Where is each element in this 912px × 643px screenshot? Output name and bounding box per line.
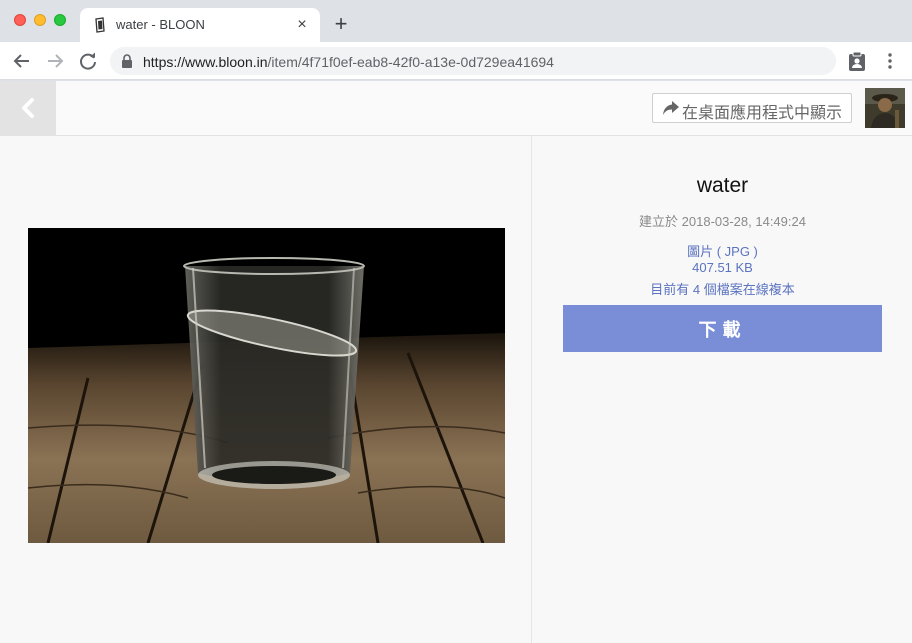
back-arrow-icon[interactable] <box>11 50 33 72</box>
address-bar[interactable]: https://www.bloon.in/item/4f71f0ef-eab8-… <box>110 47 836 75</box>
lock-icon <box>122 54 132 68</box>
url-path: /item/4f71f0ef-eab8-42f0-a13e-0d729ea416… <box>267 54 554 70</box>
tab-title: water - BLOON <box>116 17 205 32</box>
open-in-desktop-app-button[interactable]: 在桌面應用程式中顯示 <box>652 93 852 123</box>
created-timestamp: 建立於 2018-03-28, 14:49:24 <box>639 214 806 229</box>
download-button[interactable]: 下載 <box>563 305 882 352</box>
file-details-pane: water 建立於 2018-03-28, 14:49:24 圖片 ( JPG … <box>533 136 912 643</box>
reload-icon[interactable] <box>77 50 99 72</box>
forward-arrow-icon[interactable] <box>44 50 66 72</box>
app-header: 在桌面應用程式中顯示 <box>0 81 912 136</box>
bloon-favicon-icon <box>95 17 105 33</box>
open-in-desktop-app-label: 在桌面應用程式中顯示 <box>682 105 843 122</box>
window-minimize-button[interactable] <box>34 14 46 26</box>
clipboard-user-icon[interactable] <box>848 51 866 71</box>
online-copies-count: 目前有 4 個檔案在線複本 <box>650 282 795 297</box>
url-host: https://www.bloon.in <box>143 54 268 70</box>
new-tab-button[interactable]: + <box>331 13 351 35</box>
window-close-button[interactable] <box>14 14 26 26</box>
file-size: 407.51 KB <box>692 260 753 275</box>
kebab-menu-icon[interactable] <box>884 52 896 70</box>
file-preview-pane <box>0 136 532 643</box>
back-button[interactable] <box>0 81 56 135</box>
url-text: https://www.bloon.in/item/4f71f0ef-eab8-… <box>143 54 554 70</box>
share-arrow-icon <box>663 101 679 115</box>
tab-close-icon[interactable]: × <box>294 17 310 33</box>
user-avatar[interactable] <box>865 88 905 128</box>
browser-tabstrip: water - BLOON × + <box>0 0 912 42</box>
page: 在桌面應用程式中顯示 water 建立於 2018-03-28, 14:49:2… <box>0 81 912 643</box>
window-zoom-button[interactable] <box>54 14 66 26</box>
file-type: 圖片 ( JPG ) <box>687 244 758 259</box>
chevron-left-icon <box>22 98 34 118</box>
water-glass-photo <box>28 228 505 543</box>
browser-tab[interactable]: water - BLOON × <box>80 8 320 42</box>
item-title: water <box>696 174 749 197</box>
avatar-image <box>865 88 905 128</box>
browser-toolbar: https://www.bloon.in/item/4f71f0ef-eab8-… <box>0 42 912 80</box>
